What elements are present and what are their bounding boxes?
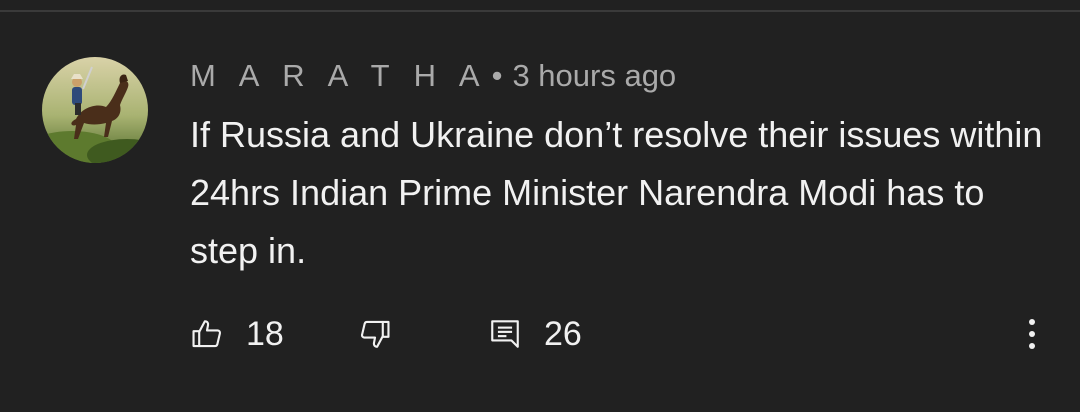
more-vertical-icon	[1027, 317, 1037, 351]
top-divider	[0, 10, 1080, 12]
reply-count: 26	[544, 314, 582, 353]
comment-actions: 18 26	[0, 306, 1080, 362]
reply-comment-icon	[488, 317, 522, 351]
author-name[interactable]: M A R A T H A	[190, 58, 488, 94]
horse-rider-avatar-image	[42, 57, 148, 163]
reply-button[interactable]: 26	[488, 306, 582, 362]
like-count: 18	[246, 314, 284, 353]
comment-timestamp[interactable]: 3 hours ago	[512, 58, 676, 94]
comment-text: If Russia and Ukraine don’t resolve thei…	[190, 114, 1043, 271]
thumbs-up-icon	[190, 317, 224, 351]
more-options-button[interactable]	[1016, 306, 1048, 362]
like-button[interactable]: 18	[190, 306, 284, 362]
comment-card: M A R A T H A • 3 hours ago If Russia an…	[0, 0, 1080, 412]
thumbs-down-icon	[358, 317, 392, 351]
comment-meta: M A R A T H A • 3 hours ago	[190, 56, 676, 96]
dislike-button[interactable]	[358, 306, 392, 362]
avatar[interactable]	[42, 57, 148, 163]
meta-separator: •	[491, 58, 503, 93]
